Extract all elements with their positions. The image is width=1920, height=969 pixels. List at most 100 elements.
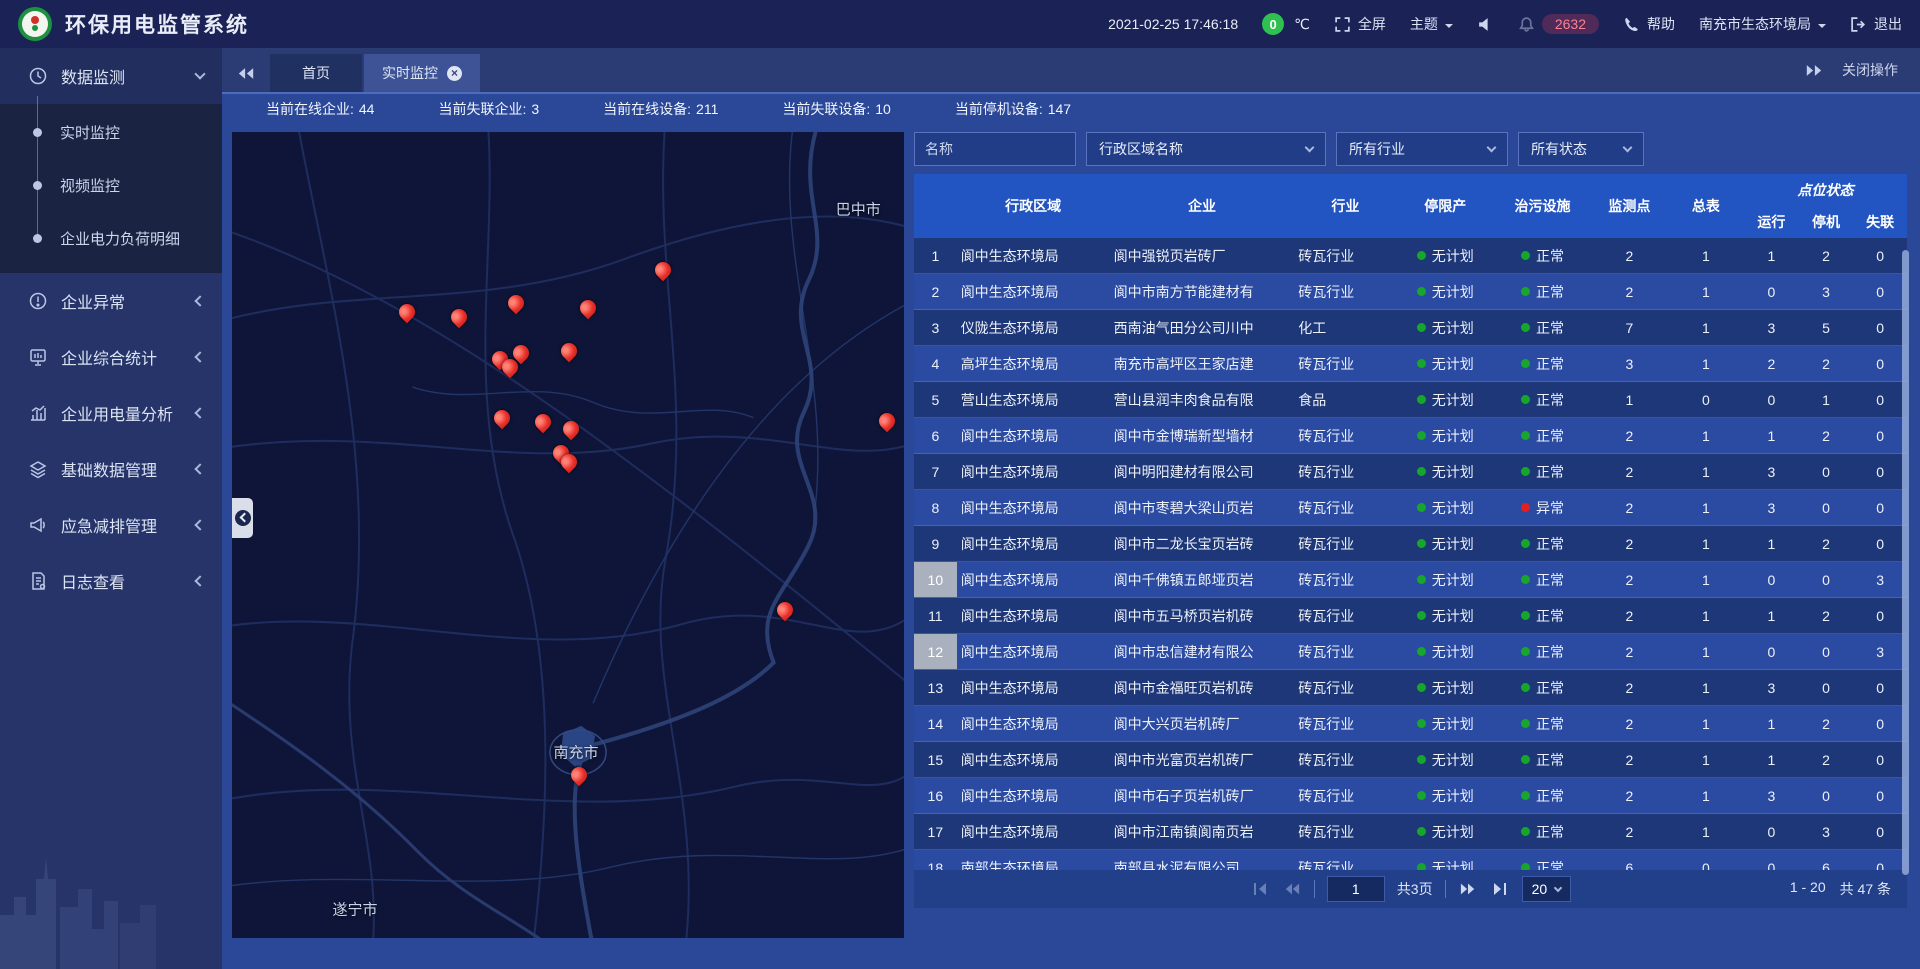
org-dropdown[interactable]: 南充市生态环境局 bbox=[1699, 14, 1826, 34]
cell-industry: 砖瓦行业 bbox=[1294, 454, 1396, 489]
temperature-badge: 0 bbox=[1262, 13, 1284, 35]
tabs-scroll-left-button[interactable] bbox=[222, 54, 270, 92]
alert-circle-icon bbox=[28, 291, 48, 311]
first-page-button[interactable] bbox=[1250, 881, 1270, 897]
page-number-input[interactable] bbox=[1327, 876, 1385, 902]
cell-company: 营山县润丰肉食品有限 bbox=[1110, 382, 1295, 417]
phone-icon bbox=[1623, 16, 1640, 33]
table-row[interactable]: 7阆中生态环境局阆中明阳建材有限公司砖瓦行业无计划正常21300 bbox=[914, 454, 1907, 490]
stat-item: 当前失联企业:3 bbox=[438, 99, 539, 119]
next-page-button[interactable] bbox=[1458, 881, 1478, 897]
tab-实时监控[interactable]: 实时监控× bbox=[364, 54, 480, 92]
cell-facility: 正常 bbox=[1494, 454, 1591, 489]
status-dot-normal bbox=[1521, 539, 1530, 548]
table-row[interactable]: 13阆中生态环境局阆中市金福旺页岩机砖砖瓦行业无计划正常21300 bbox=[914, 670, 1907, 706]
cell-company: 阆中大兴页岩机砖厂 bbox=[1110, 706, 1295, 741]
name-filter-input[interactable] bbox=[914, 132, 1076, 166]
cell-facility: 正常 bbox=[1494, 526, 1591, 561]
status-dot-normal bbox=[1521, 467, 1530, 476]
pagination-controls: 共3页 20 bbox=[1250, 876, 1571, 902]
cell-meters: 1 bbox=[1668, 778, 1744, 813]
cell-facility: 正常 bbox=[1494, 634, 1591, 669]
table-row[interactable]: 12阆中生态环境局阆中市忠信建材有限公砖瓦行业无计划正常21003 bbox=[914, 634, 1907, 670]
help-button[interactable]: 帮助 bbox=[1623, 14, 1675, 34]
theme-dropdown[interactable]: 主题 bbox=[1410, 14, 1453, 34]
table-panel: 行政区域名称 所有行业 所有状态 行政区域企业行业停限产治污设施监测点总表点位状… bbox=[914, 132, 1907, 969]
status-filter-value: 所有状态 bbox=[1531, 139, 1587, 159]
cell-running: 3 bbox=[1744, 778, 1799, 813]
cell-region: 阆中生态环境局 bbox=[957, 814, 1110, 849]
row-number: 14 bbox=[914, 706, 957, 741]
cell-region: 营山生态环境局 bbox=[957, 382, 1110, 417]
table-row[interactable]: 8阆中生态环境局阆中市枣碧大梁山页岩砖瓦行业无计划异常21300 bbox=[914, 490, 1907, 526]
table-row[interactable]: 17阆中生态环境局阆中市江南镇阆南页岩砖瓦行业无计划正常21030 bbox=[914, 814, 1907, 850]
status-text: 正常 bbox=[1536, 714, 1564, 734]
industry-filter-select[interactable]: 所有行业 bbox=[1336, 132, 1508, 166]
status-dot-normal bbox=[1417, 539, 1426, 548]
tabs-scroll-right-button[interactable] bbox=[1802, 51, 1826, 89]
notifications-button[interactable]: 2632 bbox=[1518, 14, 1599, 34]
sidebar-subitem[interactable]: 实时监控 bbox=[0, 106, 222, 159]
sidebar-item[interactable]: 日志查看 bbox=[0, 553, 222, 609]
table-row[interactable]: 14阆中生态环境局阆中大兴页岩机砖厂砖瓦行业无计划正常21120 bbox=[914, 706, 1907, 742]
sidebar-item-label: 日志查看 bbox=[61, 569, 125, 593]
scrollbar-thumb[interactable] bbox=[1902, 250, 1909, 875]
sidebar-item[interactable]: 企业综合统计 bbox=[0, 329, 222, 385]
table-row[interactable]: 6阆中生态环境局阆中市金博瑞新型墙材砖瓦行业无计划正常21120 bbox=[914, 418, 1907, 454]
cell-production_limit: 无计划 bbox=[1397, 706, 1494, 741]
sidebar-subitem[interactable]: 企业电力负荷明细 bbox=[0, 212, 222, 265]
table-row[interactable]: 4高坪生态环境局南充市高坪区王家店建砖瓦行业无计划正常31220 bbox=[914, 346, 1907, 382]
table-row[interactable]: 1阆中生态环境局阆中强锐页岩砖厂砖瓦行业无计划正常21120 bbox=[914, 238, 1907, 274]
sidebar-item[interactable]: 应急减排管理 bbox=[0, 497, 222, 553]
tab-首页[interactable]: 首页 bbox=[270, 54, 362, 92]
cell-points: 2 bbox=[1591, 418, 1667, 453]
close-icon[interactable]: × bbox=[447, 66, 462, 81]
table-row[interactable]: 5营山生态环境局营山县润丰肉食品有限食品无计划正常10010 bbox=[914, 382, 1907, 418]
status-dot-normal bbox=[1417, 575, 1426, 584]
table-row[interactable]: 2阆中生态环境局阆中市南方节能建材有砖瓦行业无计划正常21030 bbox=[914, 274, 1907, 310]
record-range-label: 1 - 20 bbox=[1790, 879, 1826, 899]
mute-button[interactable] bbox=[1477, 16, 1494, 33]
page-size-select[interactable]: 20 bbox=[1522, 876, 1572, 902]
top-header: 环保用电监管系统 2021-02-25 17:46:18 0 ℃ 全屏 主题 2… bbox=[0, 0, 1920, 48]
previous-page-button[interactable] bbox=[1282, 881, 1302, 897]
stat-label: 当前失联设备: bbox=[782, 101, 870, 117]
table-row[interactable]: 16阆中生态环境局阆中市石子页岩机砖厂砖瓦行业无计划正常21300 bbox=[914, 778, 1907, 814]
sidebar-item[interactable]: 基础数据管理 bbox=[0, 441, 222, 497]
row-number: 15 bbox=[914, 742, 957, 777]
table-row[interactable]: 3仪陇生态环境局西南油气田分公司川中化工无计划正常71350 bbox=[914, 310, 1907, 346]
table-row[interactable]: 18南部生态环境局南部县水泥有限公司砖瓦行业无计划正常60060 bbox=[914, 850, 1907, 870]
notification-count-badge: 2632 bbox=[1542, 14, 1599, 34]
cell-production_limit: 无计划 bbox=[1397, 850, 1494, 870]
cell-meters: 1 bbox=[1668, 490, 1744, 525]
stat-item: 当前停机设备:147 bbox=[955, 99, 1071, 119]
stat-item: 当前在线企业:44 bbox=[266, 99, 374, 119]
status-text: 无计划 bbox=[1432, 570, 1474, 590]
sidebar-item[interactable]: 数据监测 bbox=[0, 48, 222, 104]
sidebar-item[interactable]: 企业用电量分析 bbox=[0, 385, 222, 441]
cell-region: 阆中生态环境局 bbox=[957, 778, 1110, 813]
chevron-down-icon bbox=[1445, 24, 1453, 32]
map-collapse-toggle[interactable] bbox=[232, 498, 253, 538]
map-panel[interactable]: 巴中市南充市遂宁市 bbox=[232, 132, 904, 938]
cell-points: 2 bbox=[1591, 490, 1667, 525]
sidebar-subitem[interactable]: 视频监控 bbox=[0, 159, 222, 212]
last-page-button[interactable] bbox=[1490, 881, 1510, 897]
sidebar-item[interactable]: 企业异常 bbox=[0, 273, 222, 329]
cell-running: 3 bbox=[1744, 310, 1799, 345]
fullscreen-button[interactable]: 全屏 bbox=[1334, 14, 1386, 34]
table-row[interactable]: 11阆中生态环境局阆中市五马桥页岩机砖砖瓦行业无计划正常21120 bbox=[914, 598, 1907, 634]
cell-stopped: 1 bbox=[1799, 382, 1854, 417]
table-row[interactable]: 15阆中生态环境局阆中市光富页岩机砖厂砖瓦行业无计划正常21120 bbox=[914, 742, 1907, 778]
cell-running: 0 bbox=[1744, 382, 1799, 417]
cell-production_limit: 无计划 bbox=[1397, 742, 1494, 777]
status-filter-select[interactable]: 所有状态 bbox=[1518, 132, 1644, 166]
logout-button[interactable]: 退出 bbox=[1850, 14, 1902, 34]
region-filter-select[interactable]: 行政区域名称 bbox=[1086, 132, 1326, 166]
close-operations-button[interactable]: 关闭操作 bbox=[1842, 60, 1898, 80]
table-row[interactable]: 9阆中生态环境局阆中市二龙长宝页岩砖砖瓦行业无计划正常21120 bbox=[914, 526, 1907, 562]
table-row[interactable]: 10阆中生态环境局阆中千佛镇五郎垭页岩砖瓦行业无计划正常21003 bbox=[914, 562, 1907, 598]
cell-company: 阆中市光富页岩机砖厂 bbox=[1110, 742, 1295, 777]
cell-industry: 砖瓦行业 bbox=[1294, 814, 1396, 849]
status-dot-normal bbox=[1417, 683, 1426, 692]
